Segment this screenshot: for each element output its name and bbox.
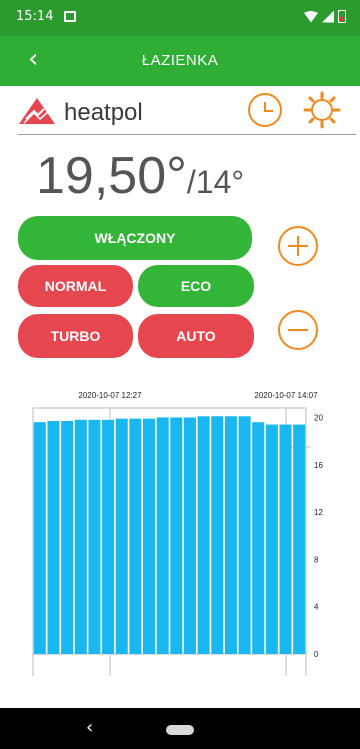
mode-auto-button[interactable]: AUTO [138, 314, 254, 358]
chart-bar [170, 417, 183, 654]
chart-y-tick-label: 4 [314, 603, 319, 612]
minus-icon [288, 329, 308, 331]
chart-bar [102, 419, 115, 654]
chart-bar [293, 424, 306, 654]
chart-bar [197, 416, 210, 654]
nav-back-icon[interactable]: ‹ [86, 717, 93, 738]
temperature-chart: 20 16 12 8 4 0 2020-10-07 12:27 2020-10-07 14… [32, 391, 323, 676]
temperature-display: 19,50°/14° [36, 146, 244, 206]
chart-bar [74, 419, 87, 654]
nav-home-icon[interactable] [166, 725, 194, 735]
status-icons [304, 10, 346, 23]
chart-bar [279, 424, 292, 654]
chart-bar [47, 421, 60, 654]
system-nav-bar: ‹ [0, 708, 360, 749]
chart-bar [224, 416, 237, 654]
chart-bar [61, 421, 74, 654]
increase-temperature-button[interactable] [278, 226, 318, 266]
status-time: 15:14 [16, 9, 54, 24]
chart-bar [33, 422, 46, 654]
setpoint-temperature: /14° [186, 164, 245, 200]
chart-bar [211, 416, 224, 654]
plus-icon-v [297, 236, 299, 256]
chart-bar [238, 416, 251, 654]
power-on-button[interactable]: WŁĄCZONY [18, 216, 252, 260]
brand-name: heatpol [64, 99, 143, 126]
heatpol-logo-icon [19, 98, 55, 124]
battery-icon [338, 10, 346, 23]
chart-frame [32, 407, 307, 655]
chart-y-tick-label: 0 [314, 650, 319, 659]
mode-eco-button[interactable]: ECO [138, 265, 254, 307]
mode-normal-button[interactable]: NORMAL [18, 265, 133, 307]
chart-y-axis: 20 16 12 8 4 0 [314, 413, 323, 659]
chart-bar [143, 418, 156, 654]
brand-row: heatpol [18, 91, 356, 135]
wifi-icon [304, 10, 318, 23]
chart-bar [129, 418, 142, 654]
signal-icon [322, 10, 334, 23]
chart-bar [183, 417, 196, 654]
chart-y-tick-label: 8 [314, 555, 319, 564]
chart-bar [252, 422, 265, 654]
chart-bar [265, 424, 278, 654]
app-bar: ‹ ŁAZIENKA [0, 36, 360, 86]
x-tick-label-end: 2020-10-07 14:07 [254, 391, 318, 400]
chart-y-tick-label: 16 [314, 461, 323, 470]
chart-y-tick-label: 20 [314, 413, 323, 422]
notification-image-icon [64, 11, 76, 22]
chart-y-tick-label: 12 [314, 508, 323, 517]
current-temperature: 19,50° [36, 147, 187, 205]
gear-icon[interactable] [303, 91, 341, 129]
mode-turbo-button[interactable]: TURBO [18, 314, 133, 358]
chart-bar [115, 418, 128, 654]
decrease-temperature-button[interactable] [278, 310, 318, 350]
x-tick-label-start: 2020-10-07 12:27 [78, 391, 142, 400]
chart-bar [156, 417, 169, 654]
chart-bar [88, 419, 101, 654]
clock-icon[interactable] [248, 93, 282, 127]
status-bar: 15:14 [0, 0, 360, 36]
page-title: ŁAZIENKA [141, 52, 219, 69]
chart-bars [33, 416, 306, 654]
